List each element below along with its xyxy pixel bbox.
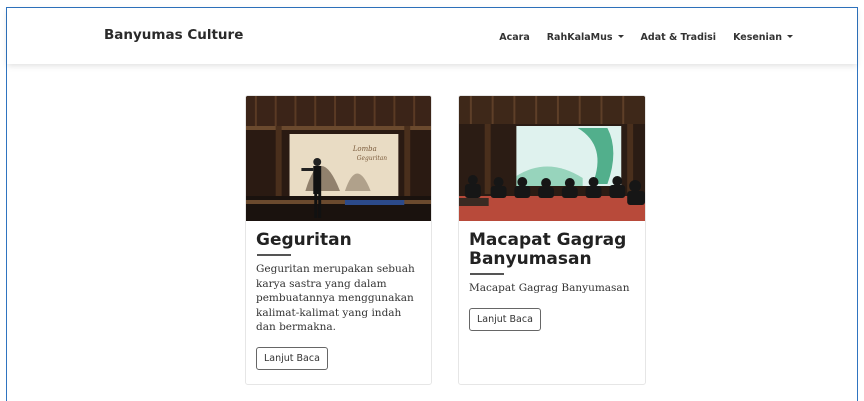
card-image-geguritan: Lomba Geguritan [246, 96, 431, 221]
navbar: Banyumas Culture Acara RahKalaMus Adat &… [7, 8, 857, 64]
nav-label: Kesenian [733, 32, 782, 43]
card-title: Geguritan [256, 230, 352, 250]
nav-item-adat-tradisi[interactable]: Adat & Tradisi [641, 32, 717, 43]
nav-item-kesenian[interactable]: Kesenian [733, 32, 793, 43]
caret-down-icon [787, 35, 793, 38]
title-divider [470, 273, 504, 275]
article-card-macapat: Macapat Gagrag Banyumasan Macapat Gagrag… [458, 95, 646, 385]
brand-link[interactable]: Banyumas Culture [104, 27, 243, 43]
nav-label: RahKalaMus [546, 32, 613, 43]
nav-menu: Acara RahKalaMus Adat & Tradisi Kesenian [499, 32, 793, 43]
svg-text:Geguritan: Geguritan [357, 155, 387, 162]
nav-item-acara[interactable]: Acara [499, 32, 530, 43]
card-text: Macapat Gagrag Banyumasan [469, 282, 630, 294]
article-card-geguritan: Lomba Geguritan Geguritan Geguritan meru… [245, 95, 432, 385]
nav-label: Adat & Tradisi [640, 32, 717, 43]
card-text: Geguritan merupakan sebuah karya sastra … [256, 263, 415, 333]
card-image-macapat [459, 96, 645, 221]
nav-label: Acara [499, 32, 530, 43]
browser-frame: Banyumas Culture Acara RahKalaMus Adat &… [6, 7, 858, 401]
read-more-button[interactable]: Lanjut Baca [469, 307, 541, 331]
title-divider [257, 254, 291, 256]
svg-text:Lomba: Lomba [352, 145, 377, 153]
card-title: Macapat Gagrag Banyumasan [469, 230, 627, 269]
nav-item-rahkalamus[interactable]: RahKalaMus [547, 32, 624, 43]
caret-down-icon [617, 35, 624, 38]
read-more-button[interactable]: Lanjut Baca [256, 346, 328, 370]
